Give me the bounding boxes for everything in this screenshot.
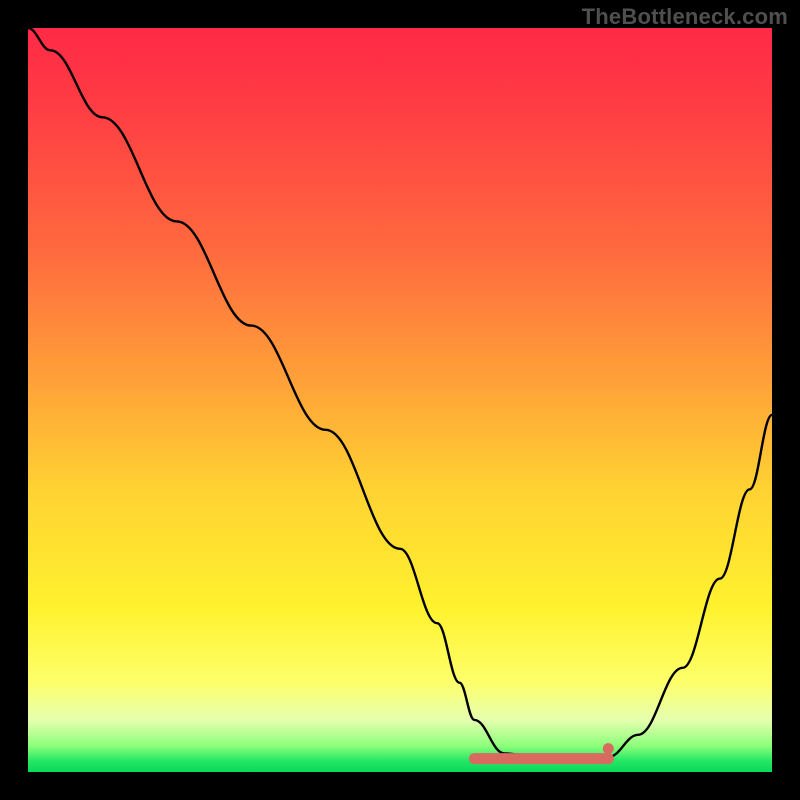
bottom-marker-group (474, 743, 613, 759)
marker-layer (28, 28, 772, 772)
plot-area (28, 28, 772, 772)
bottom-marker-end-dot (603, 743, 614, 754)
watermark-text: TheBottleneck.com (582, 4, 788, 30)
chart-container: TheBottleneck.com (0, 0, 800, 800)
